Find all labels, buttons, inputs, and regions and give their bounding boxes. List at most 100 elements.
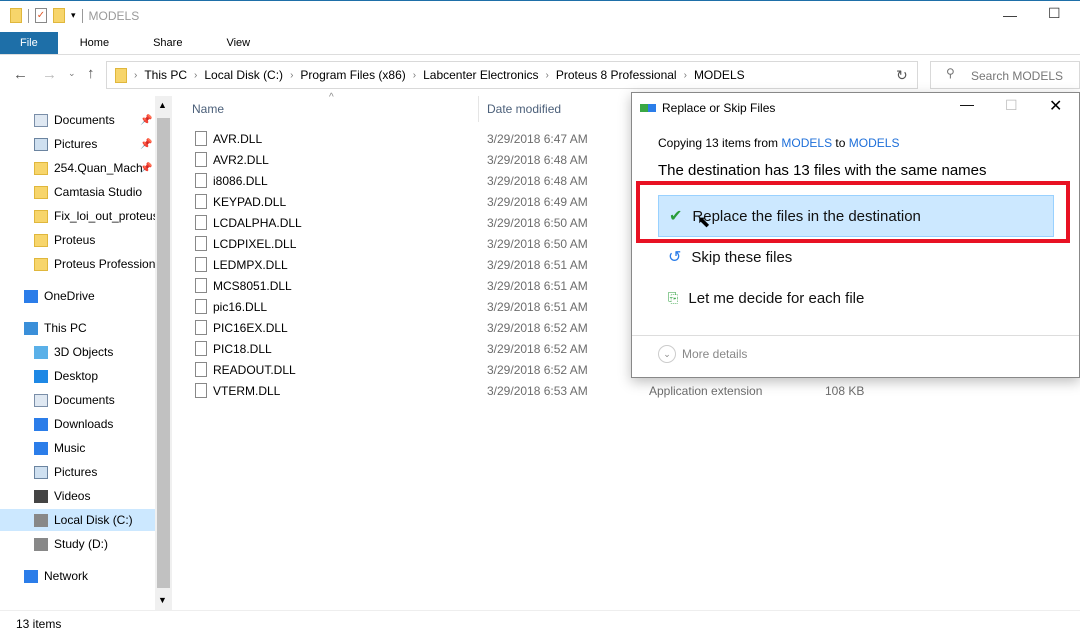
file-row[interactable]: AVR2.DLL 3/29/2018 6:48 AM — [195, 149, 625, 170]
copy-icon — [640, 104, 656, 112]
file-row[interactable]: PIC16EX.DLL 3/29/2018 6:52 AM — [195, 317, 625, 338]
nav-item[interactable]: Camtasia Studio — [0, 181, 155, 203]
file-row[interactable]: pic16.DLL 3/29/2018 6:51 AM — [195, 296, 625, 317]
nav-item[interactable]: Proteus — [0, 229, 155, 251]
item-count: 13 items — [16, 617, 62, 631]
nav-item[interactable]: Proteus Professiona — [0, 253, 155, 275]
downloads-icon — [34, 417, 48, 431]
nav-item-label: Videos — [54, 489, 91, 503]
drive-icon — [34, 537, 48, 551]
nav-item[interactable]: 254.Quan_Mach 📌 — [0, 157, 155, 179]
nav-item[interactable]: 3D Objects — [0, 341, 155, 363]
minimize-button[interactable]: — — [960, 96, 974, 112]
breadcrumb-item[interactable]: Labcenter Electronics — [423, 68, 538, 82]
tab-home[interactable]: Home — [58, 32, 131, 54]
close-button[interactable]: ✕ — [1049, 96, 1062, 116]
file-row[interactable]: i8086.DLL 3/29/2018 6:48 AM — [195, 170, 625, 191]
file-name: MCS8051.DLL — [213, 278, 292, 293]
file-row[interactable]: PIC18.DLL 3/29/2018 6:52 AM — [195, 338, 625, 359]
file-row[interactable]: AVR.DLL 3/29/2018 6:47 AM — [195, 128, 625, 149]
customize-toolbar-icon[interactable]: ▾ — [71, 10, 76, 21]
file-row[interactable]: LEDMPX.DLL 3/29/2018 6:51 AM — [195, 254, 625, 275]
nav-item-label: Downloads — [54, 417, 114, 431]
scroll-down-icon[interactable]: ▼ — [158, 595, 167, 605]
tab-view[interactable]: View — [204, 32, 272, 54]
file-date: 3/29/2018 6:52 AM — [487, 362, 588, 377]
forward-icon[interactable]: → — [42, 66, 57, 83]
nav-item-label: 254.Quan_Mach — [54, 161, 143, 175]
chevron-right-icon: › — [290, 69, 294, 81]
dll-file-icon — [195, 362, 207, 377]
nav-scrollbar-thumb[interactable] — [157, 118, 170, 588]
destination-link[interactable]: MODELS — [849, 136, 900, 150]
breadcrumb-item[interactable]: Local Disk (C:) — [204, 68, 283, 82]
pictures-icon — [34, 465, 48, 479]
maximize-button[interactable]: ☐ — [1048, 5, 1061, 22]
source-link[interactable]: MODELS — [781, 136, 832, 150]
file-row[interactable]: VTERM.DLL 3/29/2018 6:53 AM — [195, 380, 625, 401]
file-date: 3/29/2018 6:51 AM — [487, 257, 588, 272]
pin-icon: 📌 — [140, 138, 153, 150]
nav-item[interactable]: Fix_loi_out_proteus — [0, 205, 155, 227]
file-name: LEDMPX.DLL — [213, 257, 288, 272]
file-name: READOUT.DLL — [213, 362, 296, 377]
more-details-button[interactable]: ⌄ More details — [658, 345, 747, 363]
nav-item[interactable]: Videos — [0, 485, 155, 507]
file-name: i8086.DLL — [213, 173, 268, 188]
up-icon[interactable]: ↑ — [87, 65, 95, 82]
file-row[interactable]: MCS8051.DLL 3/29/2018 6:51 AM — [195, 275, 625, 296]
decide-each-option[interactable]: ⎘ Let me decide for each file — [658, 277, 1054, 319]
minimize-button[interactable]: — — [1003, 7, 1017, 23]
file-date: 3/29/2018 6:52 AM — [487, 341, 588, 356]
dll-file-icon — [195, 257, 207, 272]
nav-item[interactable]: This PC — [0, 317, 155, 339]
nav-item[interactable]: Music — [0, 437, 155, 459]
tab-file[interactable]: File — [0, 32, 58, 54]
new-folder-icon[interactable] — [53, 8, 65, 23]
skip-files-option[interactable]: ↺ Skip these files — [658, 236, 1054, 278]
back-icon[interactable]: ← — [13, 66, 28, 83]
file-size: 108 KB — [825, 384, 865, 398]
dll-file-icon — [195, 320, 207, 335]
nav-item[interactable]: Downloads — [0, 413, 155, 435]
dll-file-icon — [195, 278, 207, 293]
nav-item[interactable]: Local Disk (C:) — [0, 509, 155, 531]
nav-item-label: Study (D:) — [54, 537, 109, 551]
status-bar: 13 items — [0, 610, 1080, 635]
folder-icon — [34, 185, 48, 199]
nav-item[interactable]: Documents 📌 — [0, 109, 155, 131]
nav-item[interactable]: Desktop — [0, 365, 155, 387]
properties-icon[interactable]: ✓ — [35, 8, 47, 23]
nav-item[interactable]: OneDrive — [0, 285, 155, 307]
recent-locations-icon[interactable]: ⌄ — [68, 68, 76, 79]
file-name: KEYPAD.DLL — [213, 194, 287, 209]
copy-to: to — [832, 136, 849, 150]
nav-item[interactable]: Pictures — [0, 461, 155, 483]
breadcrumb-item[interactable]: This PC — [144, 68, 187, 82]
tab-share[interactable]: Share — [131, 32, 204, 54]
nav-item-label: Pictures — [54, 137, 98, 151]
column-header-date[interactable]: Date modified — [487, 102, 561, 116]
file-name: AVR.DLL — [213, 131, 263, 146]
breadcrumb-item[interactable]: Program Files (x86) — [300, 68, 405, 82]
breadcrumb-item[interactable]: Proteus 8 Professional — [556, 68, 677, 82]
file-name: LCDPIXEL.DLL — [213, 236, 297, 251]
nav-item[interactable]: Pictures 📌 — [0, 133, 155, 155]
option-label: Let me decide for each file — [688, 289, 865, 307]
column-header-name[interactable]: Name — [192, 102, 224, 116]
file-row[interactable]: LCDALPHA.DLL 3/29/2018 6:50 AM — [195, 212, 625, 233]
nav-item[interactable]: Documents — [0, 389, 155, 411]
breadcrumb-item[interactable]: MODELS — [694, 68, 745, 82]
nav-item[interactable]: Network — [0, 565, 155, 587]
pc-icon — [24, 321, 38, 335]
address-bar[interactable]: › This PC › Local Disk (C:) › Program Fi… — [106, 61, 918, 89]
skip-icon: ↺ — [668, 249, 682, 266]
file-row[interactable]: LCDPIXEL.DLL 3/29/2018 6:50 AM — [195, 233, 625, 254]
file-date: 3/29/2018 6:50 AM — [487, 215, 588, 230]
refresh-icon[interactable]: ↻ — [896, 67, 908, 84]
scroll-up-icon[interactable]: ▲ — [158, 100, 167, 110]
file-row[interactable]: READOUT.DLL 3/29/2018 6:52 AM — [195, 359, 625, 380]
file-row[interactable]: KEYPAD.DLL 3/29/2018 6:49 AM — [195, 191, 625, 212]
chevron-right-icon: › — [412, 69, 417, 81]
nav-item[interactable]: Study (D:) — [0, 533, 155, 555]
